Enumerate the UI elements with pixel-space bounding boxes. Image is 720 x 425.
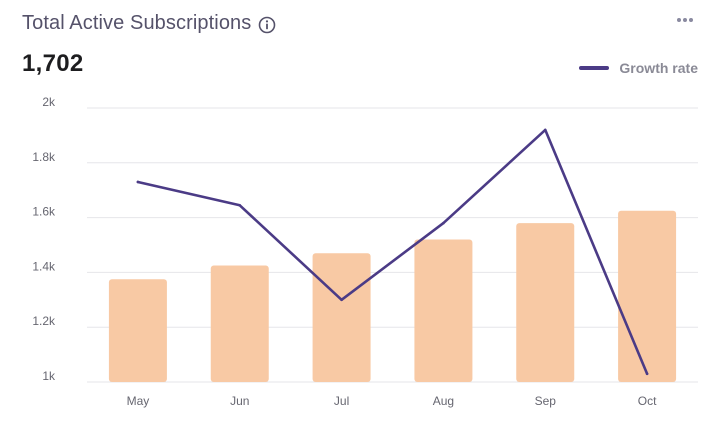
bar-aug[interactable] bbox=[414, 239, 473, 382]
x-tick-label: Aug bbox=[433, 394, 454, 408]
y-tick-label: 2k bbox=[42, 95, 56, 109]
bar-may[interactable] bbox=[108, 279, 167, 382]
x-tick-label: Jul bbox=[334, 394, 349, 408]
x-tick-label: May bbox=[127, 394, 150, 408]
growth-rate-point-aug[interactable] bbox=[442, 221, 445, 225]
y-tick-label: 1.8k bbox=[32, 150, 56, 164]
bar-oct[interactable] bbox=[618, 210, 677, 382]
growth-rate-point-oct[interactable] bbox=[645, 372, 649, 376]
x-tick-label: Sep bbox=[535, 394, 557, 408]
y-tick-label: 1.2k bbox=[32, 314, 56, 328]
bar-jul[interactable] bbox=[312, 253, 371, 382]
growth-rate-point-jun[interactable] bbox=[238, 203, 242, 207]
subscriptions-card: Total Active Subscriptions 1,702 Growth … bbox=[0, 0, 720, 425]
bar-jun[interactable] bbox=[210, 265, 269, 382]
x-tick-label: Jun bbox=[230, 394, 249, 408]
y-tick-label: 1.4k bbox=[32, 259, 56, 273]
growth-rate-point-jul[interactable] bbox=[340, 298, 343, 302]
growth-rate-point-sep[interactable] bbox=[543, 128, 547, 132]
growth-rate-point-may[interactable] bbox=[136, 180, 140, 184]
y-tick-label: 1k bbox=[42, 369, 56, 383]
bar-sep[interactable] bbox=[516, 223, 575, 382]
subscriptions-chart: 1k 1.2k 1.4k 1.6k 1.8k 2k May Jun Jul Aug Sep Oct bbox=[32, 95, 698, 408]
x-tick-label: Oct bbox=[638, 394, 657, 408]
y-tick-label: 1.6k bbox=[32, 205, 56, 219]
